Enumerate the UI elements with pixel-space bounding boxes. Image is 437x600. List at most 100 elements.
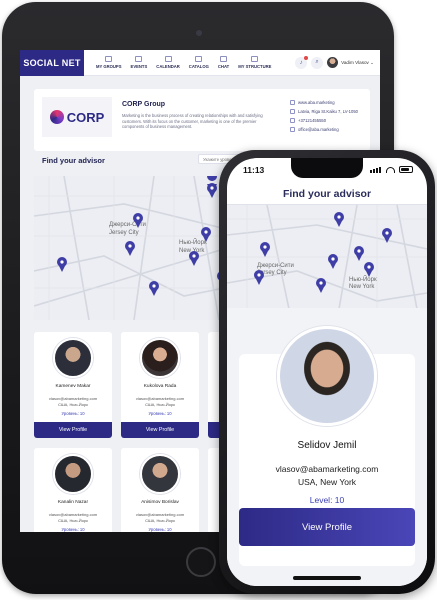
nav-label: EVENTS bbox=[130, 64, 148, 69]
map-pin-icon bbox=[189, 251, 199, 266]
company-logo-mark-icon bbox=[49, 110, 64, 124]
nav-item-chat[interactable]: CHAT bbox=[218, 56, 229, 69]
view-profile-button[interactable]: View Profile bbox=[121, 422, 199, 438]
advisor-name[interactable]: Anisimov Borislav bbox=[121, 500, 199, 505]
advisor-name[interactable]: Selidov Jemil bbox=[239, 440, 415, 451]
map-label: Нью-Йорк bbox=[179, 238, 207, 246]
avatar[interactable] bbox=[327, 57, 339, 68]
phone-icon bbox=[290, 118, 295, 123]
map-pin-icon bbox=[260, 242, 270, 257]
advisor-level: Уровень: 10 bbox=[61, 527, 85, 532]
contact-website[interactable]: www.aba.marketing bbox=[290, 100, 358, 105]
advisor-email: vlasov@abamarketing.com bbox=[48, 396, 98, 401]
view-profile-button[interactable]: View Profile bbox=[34, 422, 112, 438]
nav-label: CALENDAR bbox=[156, 64, 180, 69]
advisor-name[interactable]: Kanalin Nazar bbox=[34, 500, 112, 505]
advisor-city: США, Нью-Йорк bbox=[145, 402, 175, 407]
nav-item-calendar[interactable]: CALENDAR bbox=[156, 56, 180, 69]
advisor-city: США, Нью-Йорк bbox=[58, 518, 88, 523]
advisor-photo[interactable] bbox=[140, 338, 180, 378]
device-mockup-stage: SOCIAL NET MY GROUPS EVENTS CALENDAR CAT… bbox=[0, 0, 437, 600]
advisor-level: Уровень: 10 bbox=[148, 411, 172, 416]
advisor-photo[interactable] bbox=[53, 338, 93, 378]
map-pin-icon bbox=[334, 212, 344, 227]
advisor-card: Selidov Jemil vlasov@abamarketing.com US… bbox=[239, 326, 415, 566]
tablet-camera bbox=[196, 30, 202, 36]
advisor-name[interactable]: Kamenev Makar bbox=[34, 384, 112, 389]
structure-icon bbox=[251, 56, 259, 62]
nav-item-catalog[interactable]: CATALOG bbox=[189, 56, 209, 69]
phone-notch bbox=[291, 158, 363, 178]
map-pin-icon bbox=[354, 246, 364, 261]
advisor-email: vlasov@abamarketing.com bbox=[48, 512, 98, 517]
home-indicator[interactable] bbox=[293, 576, 361, 580]
nav-label: MY GROUPS bbox=[96, 64, 122, 69]
status-icons bbox=[370, 166, 413, 173]
advisor-photo[interactable] bbox=[53, 454, 93, 494]
company-description: Marketing is the business process of cre… bbox=[122, 113, 263, 130]
advisor-email: vlasov@abamarketing.com bbox=[275, 464, 379, 474]
advisor-city: USA, New York bbox=[297, 477, 357, 487]
catalog-icon bbox=[195, 56, 203, 62]
advisor-map[interactable]: Джерси-Сити Jersey City Нью-Йорк New Yor… bbox=[227, 204, 427, 308]
nav-item-my-structure[interactable]: MY STRUCTURE bbox=[238, 56, 271, 69]
user-name[interactable]: Vadim Vlasov bbox=[341, 60, 369, 65]
nav-label: CHAT bbox=[217, 64, 230, 69]
notification-dot bbox=[304, 55, 309, 60]
mail-icon bbox=[290, 127, 295, 132]
map-pin-icon bbox=[149, 281, 159, 296]
map-pin-icon bbox=[125, 241, 135, 256]
view-profile-button[interactable]: View Profile bbox=[239, 508, 415, 546]
link-icon bbox=[290, 100, 295, 105]
map-label: Джерси-Сити bbox=[257, 263, 294, 269]
advisor-card: Kamenev Makar vlasov@abamarketing.com СШ… bbox=[34, 332, 112, 438]
company-logo: CORP bbox=[42, 97, 112, 137]
company-contacts: www.aba.marketing Latvia, Riga St.Kaiku … bbox=[290, 100, 358, 136]
find-advisor-title: Find your advisor bbox=[42, 156, 105, 165]
advisor-city: США, Нью-Йорк bbox=[145, 518, 175, 523]
advisor-level: Level: 10 bbox=[309, 495, 345, 505]
map-canvas: Джерси-Сити Jersey City Нью-Йорк New Yor… bbox=[34, 176, 234, 320]
chat-icon bbox=[220, 56, 228, 62]
advisor-photo[interactable] bbox=[140, 454, 180, 494]
map-label: Нью-Йорк bbox=[349, 275, 377, 283]
map-label: New York bbox=[349, 284, 375, 290]
nav-item-events[interactable]: EVENTS bbox=[130, 56, 148, 69]
brand-logo[interactable]: SOCIAL NET bbox=[20, 50, 84, 76]
advisor-photo[interactable] bbox=[277, 326, 377, 426]
advisor-map[interactable]: Джерси-Сити Jersey City Нью-Йорк New Yor… bbox=[34, 176, 234, 320]
advisor-name[interactable]: Kukolova Rada bbox=[121, 384, 199, 389]
notifications-button[interactable]: ♪ bbox=[295, 55, 309, 69]
contact-address: Latvia, Riga St.Kaiku 7, LV-1050 bbox=[290, 109, 358, 114]
advisor-city: США, Нью-Йорк bbox=[58, 402, 88, 407]
contact-text: +37121455550 bbox=[298, 118, 327, 123]
map-pin-icon bbox=[316, 278, 326, 293]
status-time: 11:13 bbox=[243, 165, 265, 175]
map-pin-icon bbox=[328, 254, 338, 269]
advisor-card: Kanalin Nazar vlasov@abamarketing.com СШ… bbox=[34, 448, 112, 532]
contact-email[interactable]: office@aba.marketing bbox=[290, 127, 358, 132]
map-canvas: Джерси-Сити Jersey City Нью-Йорк New Yor… bbox=[227, 205, 427, 308]
location-icon bbox=[290, 109, 295, 114]
phone-screen: 11:13 Find your advisor Джерси-Сити Jers… bbox=[227, 158, 427, 586]
map-pin-icon bbox=[364, 262, 374, 277]
search-button[interactable]: ⌕ bbox=[311, 56, 324, 69]
groups-icon bbox=[105, 56, 113, 62]
map-pin-icon bbox=[254, 270, 264, 285]
advisor-level: Уровень: 10 bbox=[148, 527, 172, 532]
tablet-home-button[interactable] bbox=[186, 547, 216, 577]
contact-text: www.aba.marketing bbox=[298, 100, 335, 105]
chevron-down-icon[interactable]: ⌄ bbox=[369, 60, 374, 66]
advisor-email: vlasov@abamarketing.com bbox=[135, 396, 185, 401]
contact-phone[interactable]: +37121455550 bbox=[290, 118, 358, 123]
map-pin-icon bbox=[57, 257, 67, 272]
events-icon bbox=[135, 56, 143, 62]
nav-label: MY STRUCTURE bbox=[238, 64, 272, 69]
search-icon: ⌕ bbox=[315, 59, 319, 65]
nav-label: CATALOG bbox=[188, 64, 209, 69]
signal-icon bbox=[370, 166, 382, 173]
wifi-icon bbox=[386, 166, 395, 173]
advisor-card: Kukolova Rada vlasov@abamarketing.com СШ… bbox=[121, 332, 199, 438]
calendar-icon bbox=[164, 56, 172, 62]
nav-item-my-groups[interactable]: MY GROUPS bbox=[96, 56, 122, 69]
